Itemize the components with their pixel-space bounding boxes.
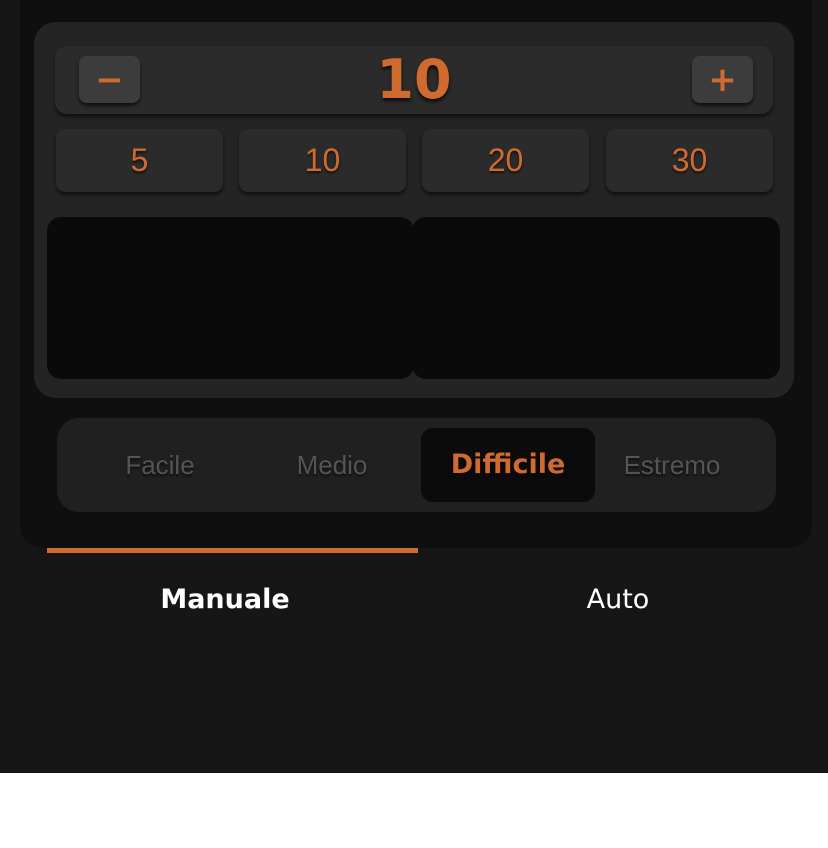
difficulty-option-estremo[interactable]: Estremo bbox=[585, 428, 759, 502]
difficulty-selector: Facile Medio Difficile Estremo bbox=[57, 418, 776, 512]
preset-button-20[interactable]: 20 bbox=[422, 129, 589, 192]
difficulty-option-medio[interactable]: Medio bbox=[245, 428, 419, 502]
preset-button-5[interactable]: 5 bbox=[56, 129, 223, 192]
preset-button-10[interactable]: 10 bbox=[239, 129, 406, 192]
amount-stepper: 10 − + bbox=[55, 46, 773, 114]
difficulty-option-difficile[interactable]: Difficile bbox=[421, 428, 595, 502]
active-tab-indicator bbox=[47, 548, 418, 553]
preset-button-30[interactable]: 30 bbox=[606, 129, 773, 192]
difficulty-option-facile[interactable]: Facile bbox=[73, 428, 247, 502]
app-screen: 10 − + 5 10 20 30 Facile Medio Difficile… bbox=[0, 0, 828, 773]
right-action-area[interactable] bbox=[412, 217, 780, 379]
tab-auto[interactable]: Auto bbox=[418, 575, 818, 625]
tab-manuale[interactable]: Manuale bbox=[47, 575, 403, 625]
left-action-area[interactable] bbox=[47, 217, 414, 379]
increase-button[interactable]: + bbox=[692, 56, 753, 103]
decrease-button[interactable]: − bbox=[79, 56, 140, 103]
amount-value: 10 bbox=[376, 48, 452, 111]
